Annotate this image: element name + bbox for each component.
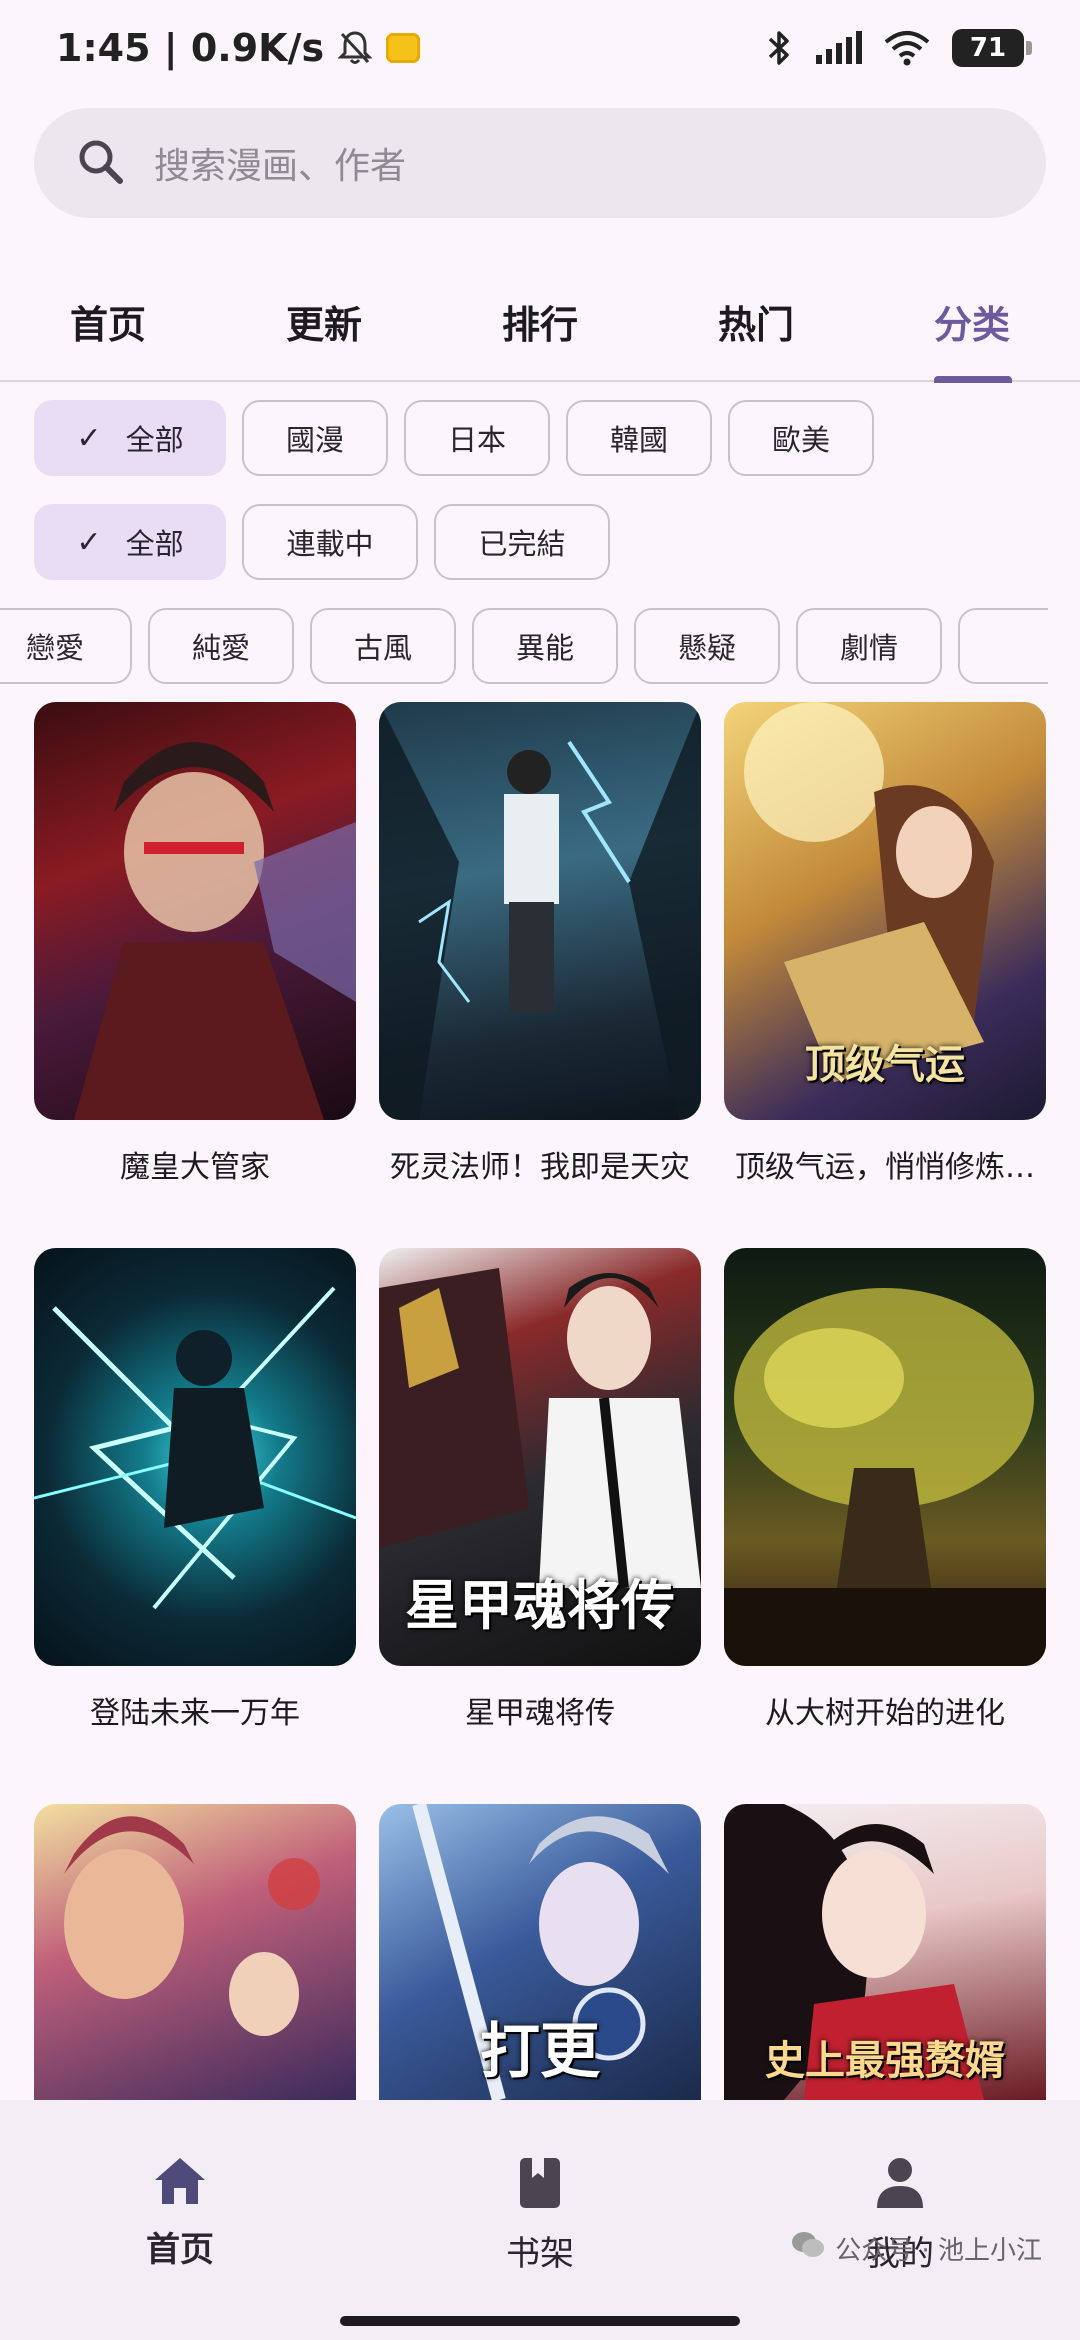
chip-genre-mystery[interactable]: 懸疑 <box>634 608 780 684</box>
comic-card[interactable]: 打更 <box>379 1804 701 2100</box>
chip-genre-ancient[interactable]: 古風 <box>310 608 456 684</box>
signal-icon <box>814 31 862 65</box>
cover-title-text: 星甲魂将传 <box>405 1573 675 1637</box>
comic-card[interactable]: 从大树开始的进化 <box>724 1248 1046 1731</box>
check-icon: ✓ <box>76 420 102 456</box>
chip-genre-more[interactable] <box>958 608 1048 684</box>
comic-card[interactable]: 顶级气运 顶级气运，悄悄修炼… <box>724 702 1046 1185</box>
chip-label: 全部 <box>125 527 184 561</box>
comic-cover <box>34 702 356 1120</box>
top-tabs: 首页 更新 排行 热门 分类 <box>0 260 1080 383</box>
bottom-navigation: 首页 书架 我的 公众号 · 池上小江 <box>0 2100 1080 2340</box>
chip-region-japan[interactable]: 日本 <box>404 400 550 476</box>
comic-card[interactable] <box>34 1804 356 2100</box>
watermark-text: 公众号 · 池上小江 <box>835 2236 1042 2266</box>
status-left: 1:45 | 0.9K/s <box>56 26 421 70</box>
comic-cover <box>34 1804 356 2100</box>
comic-card[interactable]: 史上最强赘婿 <box>724 1804 1046 2100</box>
comic-cover <box>724 1248 1046 1666</box>
comic-title: 星甲魂将传 <box>465 1696 615 1731</box>
notification-app-icon <box>386 33 421 63</box>
chip-status-completed[interactable]: 已完結 <box>434 504 610 580</box>
comic-card[interactable]: 魔皇大管家 <box>34 702 356 1185</box>
cover-title-text: 史上最强赘婿 <box>765 2037 1005 2084</box>
comic-cover: 史上最强赘婿 <box>724 1804 1046 2100</box>
tab-home[interactable]: 首页 <box>36 260 180 382</box>
chip-label: 全部 <box>125 423 184 457</box>
tab-indicator <box>934 376 1012 383</box>
check-icon: ✓ <box>76 524 102 560</box>
book-icon <box>516 2156 564 2214</box>
comic-card[interactable]: 星甲魂将传 星甲魂将传 <box>379 1248 701 1731</box>
chip-region-all[interactable]: ✓ 全部 <box>34 400 226 476</box>
comic-title: 魔皇大管家 <box>120 1150 270 1185</box>
status-bar: 1:45 | 0.9K/s 71 <box>0 0 1080 96</box>
comic-title: 死灵法师！我即是天灾 <box>390 1150 690 1185</box>
wechat-icon <box>791 2230 825 2267</box>
chip-genre-pure-love[interactable]: 純愛 <box>148 608 294 684</box>
search-bar[interactable]: 搜索漫画、作者 <box>34 108 1046 218</box>
chip-status-all[interactable]: ✓ 全部 <box>34 504 226 580</box>
chip-genre-superpower[interactable]: 異能 <box>472 608 618 684</box>
status-filter-row: ✓ 全部 連載中 已完結 <box>34 504 610 580</box>
nav-bookshelf[interactable]: 书架 <box>460 2156 620 2275</box>
watermark: 公众号 · 池上小江 <box>791 2230 1042 2267</box>
home-indicator-bar[interactable] <box>340 2316 740 2326</box>
home-icon <box>153 2156 207 2210</box>
tab-ranking[interactable]: 排行 <box>468 260 612 382</box>
tab-hot[interactable]: 热门 <box>684 260 828 382</box>
cover-title-text: 打更 <box>480 2017 600 2087</box>
bluetooth-icon <box>766 28 792 68</box>
search-icon <box>76 137 124 189</box>
comic-cover: 打更 <box>379 1804 701 2100</box>
wifi-icon <box>884 30 930 66</box>
comic-title: 登陆未来一万年 <box>90 1696 300 1731</box>
comic-card[interactable]: 登陆未来一万年 <box>34 1248 356 1731</box>
comic-cover <box>34 1248 356 1666</box>
nav-bookshelf-label: 书架 <box>506 2234 574 2274</box>
status-time: 1:45 | 0.9K/s <box>56 26 325 70</box>
battery-indicator: 71 <box>952 29 1032 67</box>
chip-status-ongoing[interactable]: 連載中 <box>242 504 418 580</box>
nav-home-label: 首页 <box>146 2230 214 2270</box>
comic-title: 顶级气运，悄悄修炼… <box>735 1150 1035 1185</box>
status-right: 71 <box>766 28 1032 68</box>
chip-genre-drama[interactable]: 劇情 <box>796 608 942 684</box>
person-icon <box>875 2156 925 2214</box>
chip-region-korea[interactable]: 韓國 <box>566 400 712 476</box>
comic-cover <box>379 702 701 1120</box>
genre-filter-row[interactable]: 戀愛 純愛 古風 異能 懸疑 劇情 <box>0 608 1048 684</box>
comic-title: 从大树开始的进化 <box>765 1696 1005 1731</box>
chip-region-western[interactable]: 歐美 <box>728 400 874 476</box>
search-input[interactable]: 搜索漫画、作者 <box>154 137 406 189</box>
nav-home[interactable]: 首页 <box>100 2156 260 2271</box>
tab-category[interactable]: 分类 <box>900 260 1044 382</box>
region-filter-row: ✓ 全部 國漫 日本 韓國 歐美 <box>34 400 874 476</box>
comic-card[interactable]: 死灵法师！我即是天灾 <box>379 702 701 1185</box>
chip-genre-romance[interactable]: 戀愛 <box>0 608 132 684</box>
tab-updates[interactable]: 更新 <box>252 260 396 382</box>
comic-cover: 顶级气运 <box>724 702 1046 1120</box>
bell-mute-icon <box>338 30 373 66</box>
comic-cover: 星甲魂将传 <box>379 1248 701 1666</box>
cover-title-text: 顶级气运 <box>805 1041 965 1088</box>
chip-region-china[interactable]: 國漫 <box>242 400 388 476</box>
